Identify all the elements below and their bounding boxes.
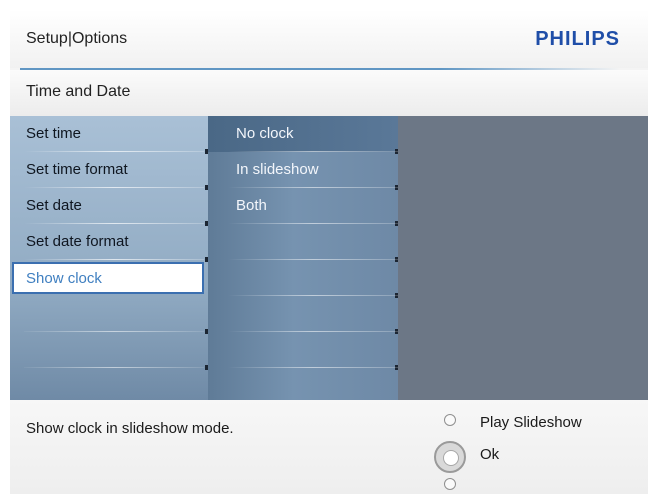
option-empty (208, 224, 398, 262)
nav-control (428, 414, 478, 494)
app-frame: Setup|Options PHILIPS Time and Date Set … (10, 10, 648, 494)
ok-button-center (443, 450, 459, 466)
option-empty (208, 332, 398, 370)
section-title: Time and Date (26, 83, 131, 100)
header: Setup|Options PHILIPS (10, 10, 648, 68)
menu-item-set-time[interactable]: Set time (10, 116, 208, 154)
option-empty (208, 260, 398, 298)
ok-button-icon[interactable] (434, 441, 466, 473)
options-submenu: No clock In slideshow Both (208, 116, 398, 400)
play-slideshow-hint: Play Slideshow (480, 414, 582, 431)
menu-item-set-date[interactable]: Set date (10, 188, 208, 226)
option-label: In slideshow (236, 161, 319, 178)
menu-item-label: Show clock (26, 270, 102, 287)
option-both[interactable]: Both (208, 188, 398, 226)
option-label: No clock (236, 125, 294, 142)
nav-down-icon[interactable] (444, 478, 456, 490)
option-empty (208, 296, 398, 334)
footer: Show clock in slideshow mode. Play Slide… (10, 400, 648, 494)
menu-item-show-clock[interactable]: Show clock (12, 262, 204, 294)
menu-item-empty (10, 296, 208, 334)
ok-hint: Ok (480, 446, 500, 463)
option-no-clock[interactable]: No clock (208, 116, 398, 154)
brand-logo: PHILIPS (535, 28, 620, 50)
menu-item-label: Set time (26, 125, 82, 142)
menu-item-set-time-format[interactable]: Set time format (10, 152, 208, 190)
page-title: Setup|Options (26, 30, 128, 47)
preview-area (398, 116, 648, 400)
help-text: Show clock in slideshow mode. (26, 420, 234, 437)
option-in-slideshow[interactable]: In slideshow (208, 152, 398, 190)
settings-menu: Set time Set time format Set date Set da… (10, 116, 208, 400)
section-header: Time and Date (10, 70, 648, 116)
option-label: Both (236, 197, 267, 214)
menu-item-label: Set date (26, 197, 82, 214)
menu-panel: Set time Set time format Set date Set da… (10, 116, 648, 400)
menu-item-empty (10, 332, 208, 370)
menu-item-set-date-format[interactable]: Set date format (10, 224, 208, 262)
menu-item-label: Set time format (26, 161, 128, 178)
menu-item-label: Set date format (26, 233, 129, 250)
nav-up-icon[interactable] (444, 414, 456, 426)
